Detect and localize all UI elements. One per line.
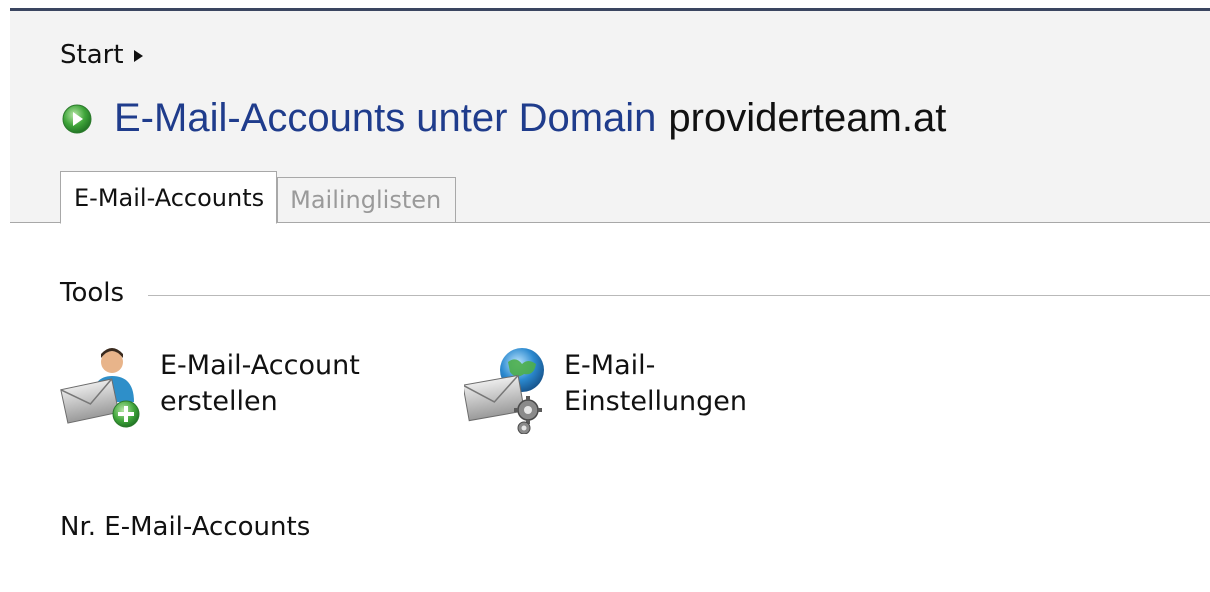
email-accounts-count-label: Nr. E-Mail-Accounts bbox=[60, 512, 311, 542]
mail-settings-icon bbox=[464, 348, 544, 434]
add-mail-user-icon bbox=[60, 348, 140, 428]
create-email-account-label: E-Mail-Account erstellen bbox=[160, 348, 420, 420]
breadcrumb-start-link[interactable]: Start bbox=[60, 40, 124, 70]
email-settings-label-line2: Einstellungen bbox=[564, 386, 748, 417]
breadcrumb-arrow-icon bbox=[133, 50, 143, 62]
create-email-account-label-line1: E-Mail-Account bbox=[160, 350, 360, 381]
page-title-domain: providerteam.at bbox=[668, 96, 947, 140]
go-arrow-icon bbox=[62, 104, 92, 133]
page-title: E-Mail-Accounts unter Domain providertea… bbox=[62, 96, 946, 141]
tab-bar: E-Mail-Accounts Mailinglisten bbox=[60, 170, 457, 224]
create-email-account-label-line2: erstellen bbox=[160, 386, 278, 417]
email-settings-label-line1: E-Mail- bbox=[564, 350, 656, 381]
email-settings-label: E-Mail- Einstellungen bbox=[564, 348, 824, 420]
page-title-text: E-Mail-Accounts unter Domain bbox=[114, 96, 657, 140]
tab-email-accounts[interactable]: E-Mail-Accounts bbox=[60, 171, 278, 224]
tools-section-header: Tools bbox=[60, 278, 1210, 308]
email-settings-button[interactable]: E-Mail- Einstellungen bbox=[464, 344, 824, 434]
tab-mailinglists[interactable]: Mailinglisten bbox=[277, 177, 457, 223]
breadcrumb: Start bbox=[60, 40, 143, 70]
tools-divider bbox=[148, 294, 1210, 296]
create-email-account-button[interactable]: E-Mail-Account erstellen bbox=[60, 344, 420, 434]
tools-label: Tools bbox=[60, 278, 125, 308]
